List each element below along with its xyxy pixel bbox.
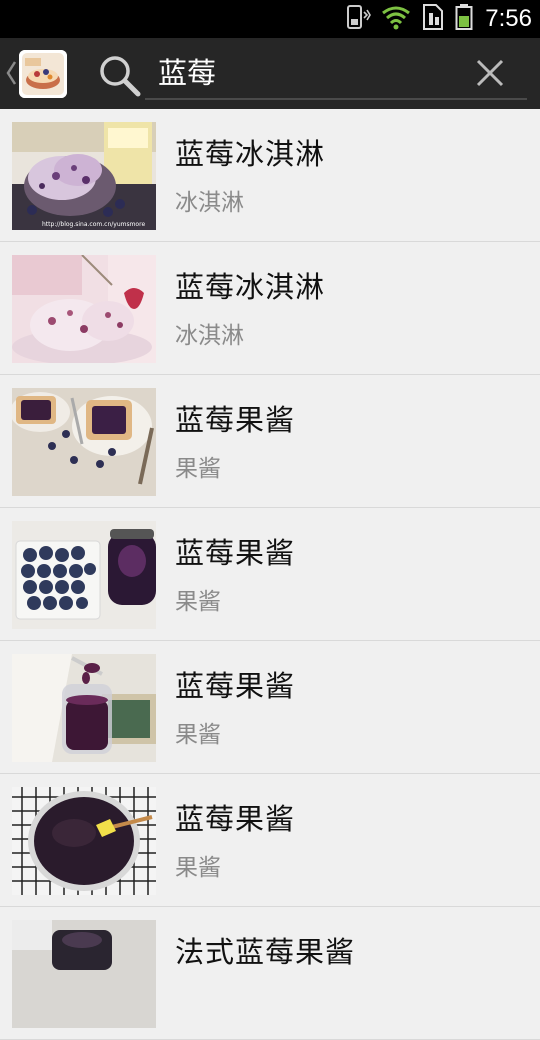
recipe-thumbnail (12, 388, 156, 496)
list-item[interactable]: 蓝莓果酱 果酱 (0, 375, 540, 508)
list-item[interactable]: 法式蓝莓果酱 (0, 907, 540, 1040)
thumbnail-watermark: http://blog.sina.com.cn/yumsmore (42, 221, 145, 228)
list-item[interactable]: 蓝莓果酱 果酱 (0, 508, 540, 641)
list-item[interactable]: 蓝莓果酱 果酱 (0, 641, 540, 774)
recipe-app-icon[interactable] (19, 50, 67, 98)
recipe-title: 蓝莓果酱 (175, 536, 296, 570)
list-item[interactable]: 蓝莓冰淇淋 冰淇淋 (0, 242, 540, 375)
recipe-title: 蓝莓冰淇淋 (175, 270, 326, 304)
search-input[interactable]: 蓝莓 (145, 46, 527, 100)
recipe-category: 果酱 (175, 855, 221, 881)
recipe-thumbnail (12, 654, 156, 762)
wifi-icon (381, 4, 411, 34)
recipe-thumbnail: http://blog.sina.com.cn/yumsmore (12, 122, 156, 230)
recipe-thumbnail (12, 787, 156, 895)
recipe-category: 果酱 (175, 456, 221, 482)
status-bar: 7:56 (0, 0, 540, 38)
list-item[interactable]: http://blog.sina.com.cn/yumsmore 蓝莓冰淇淋 冰… (0, 109, 540, 242)
recipe-category: 果酱 (175, 722, 221, 748)
search-bar: 蓝莓 (0, 38, 540, 109)
recipe-category: 冰淇淋 (175, 190, 244, 216)
recipe-thumbnail (12, 920, 156, 1028)
back-chevron-icon[interactable] (4, 58, 18, 92)
recipe-category: 果酱 (175, 589, 221, 615)
recipe-title: 法式蓝莓果酱 (175, 935, 356, 969)
results-list: http://blog.sina.com.cn/yumsmore 蓝莓冰淇淋 冰… (0, 109, 540, 1040)
recipe-title: 蓝莓冰淇淋 (175, 137, 326, 171)
list-item[interactable]: 蓝莓果酱 果酱 (0, 774, 540, 907)
recipe-thumbnail (12, 255, 156, 363)
recipe-title: 蓝莓果酱 (175, 669, 296, 703)
recipe-title: 蓝莓果酱 (175, 403, 296, 437)
recipe-title: 蓝莓果酱 (175, 802, 296, 836)
close-icon[interactable] (473, 56, 507, 94)
sim-card-icon (421, 3, 445, 35)
recipe-category: 冰淇淋 (175, 323, 244, 349)
phone-vibrate-icon (345, 4, 372, 34)
battery-icon (455, 3, 473, 35)
recipe-thumbnail (12, 521, 156, 629)
status-time: 7:56 (485, 5, 532, 32)
search-icon (98, 54, 142, 102)
